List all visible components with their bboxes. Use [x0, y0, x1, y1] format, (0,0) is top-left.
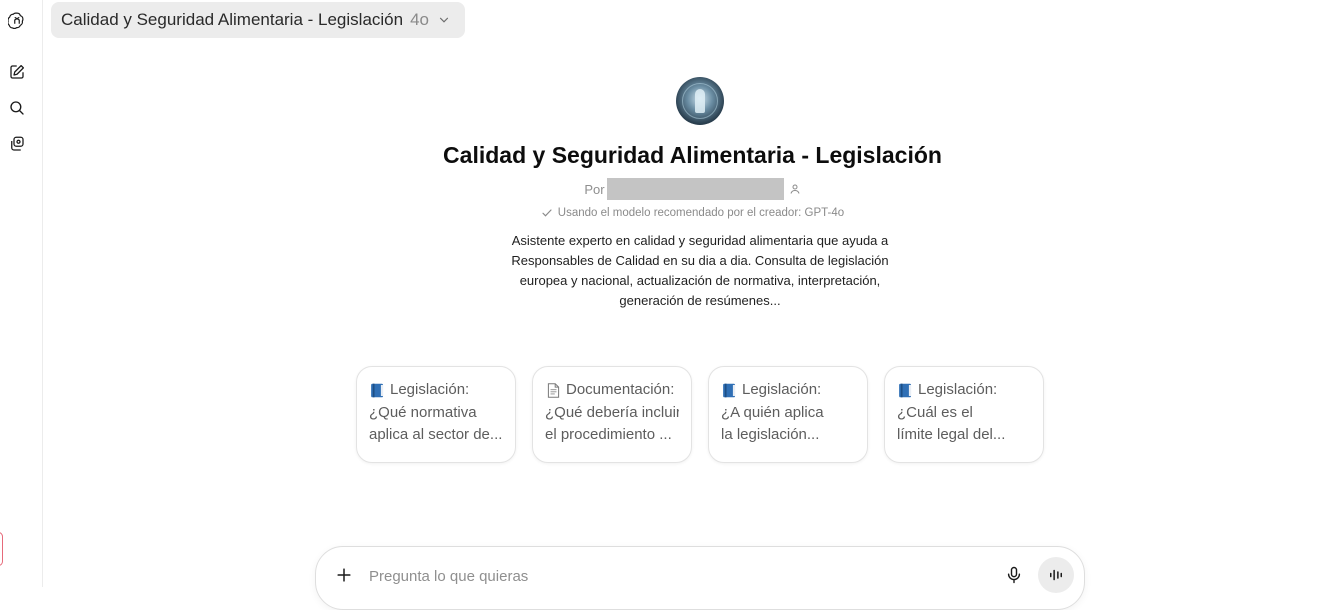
blue-book-icon	[899, 383, 912, 398]
redacted-author	[606, 178, 784, 200]
gpt-title: Calidad y Seguridad Alimentaria - Legisl…	[443, 142, 942, 168]
suggestion-card[interactable]: Documentación: ¿Qué debería incluir el p…	[532, 366, 692, 463]
suggestion-line: aplica al sector de...	[369, 426, 503, 443]
sidebar-rail	[0, 0, 43, 587]
suggestion-category: Documentación:	[566, 381, 675, 398]
gpt-description: Asistente experto en calidad y seguridad…	[511, 233, 889, 308]
suggestion-line: límite legal del...	[897, 426, 1006, 443]
plus-icon[interactable]	[334, 565, 354, 585]
model-note-text: Usando el modelo recomendado por el crea…	[557, 207, 845, 219]
suggestion-line: el procedimiento ...	[545, 426, 672, 443]
document-icon	[547, 382, 560, 398]
openai-logo-icon[interactable]	[6, 9, 28, 31]
voice-wave-icon	[1050, 569, 1062, 581]
composer	[315, 546, 1085, 610]
suggestion-card[interactable]: Legislación: ¿A quién aplica la legislac…	[708, 366, 868, 463]
suggestion-line: ¿A quién aplica	[721, 403, 824, 421]
suggestion-category: Legislación:	[918, 381, 998, 398]
gpt-avatar	[676, 77, 724, 125]
model-recommendation-note: Usando el modelo recomendado por el crea…	[43, 207, 1342, 219]
blue-book-icon	[723, 383, 736, 398]
suggestion-line: ¿Qué debería incluir	[545, 403, 679, 421]
suggestion-card[interactable]: Legislación: ¿Qué normativa aplica al se…	[356, 366, 516, 463]
gpt-byline: Por	[43, 178, 1342, 200]
suggestion-line: ¿Cuál es el	[897, 403, 973, 421]
sidebar-toggle-edge[interactable]	[0, 532, 3, 566]
model-selector-name: Calidad y Seguridad Alimentaria - Legisl…	[61, 10, 404, 29]
prompt-input[interactable]	[369, 563, 969, 589]
library-icon[interactable]	[6, 133, 28, 155]
model-selector[interactable]: Calidad y Seguridad Alimentaria - Legisl…	[51, 2, 466, 38]
suggestion-category: Legislación:	[742, 381, 822, 398]
suggestion-line: la legislación...	[721, 426, 820, 443]
new-chat-icon[interactable]	[6, 61, 28, 83]
chevron-down-icon	[439, 17, 449, 23]
byline-prefix: Por	[584, 181, 605, 197]
suggestion-line: ¿Qué normativa	[369, 403, 477, 421]
model-selector-version: 4o	[410, 10, 430, 29]
suggestion-category: Legislación:	[390, 381, 470, 398]
microphone-icon[interactable]	[1004, 565, 1024, 585]
search-icon[interactable]	[6, 97, 28, 119]
voice-mode-button[interactable]	[1038, 557, 1074, 593]
person-icon[interactable]	[789, 183, 801, 195]
check-icon	[542, 209, 552, 217]
blue-book-icon	[371, 383, 384, 398]
suggestion-card[interactable]: Legislación: ¿Cuál es el límite legal de…	[884, 366, 1044, 463]
